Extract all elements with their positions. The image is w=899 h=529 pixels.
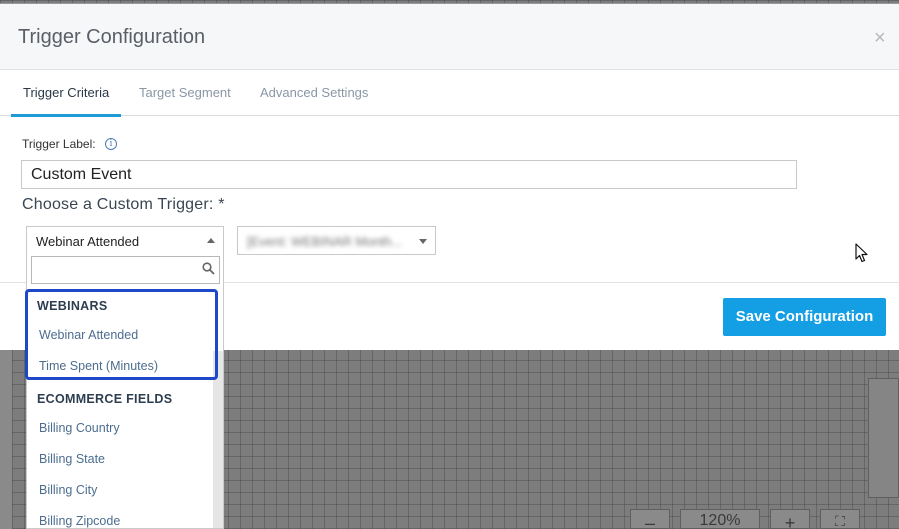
trigger-value-select-value: [Event: WEBINAR Month... bbox=[247, 234, 403, 249]
save-configuration-button[interactable]: Save Configuration bbox=[723, 298, 886, 336]
workspace-side-panel bbox=[0, 350, 12, 529]
trigger-label-field[interactable]: Custom Event bbox=[21, 160, 797, 189]
caret-down-icon bbox=[419, 239, 427, 244]
fit-screen-button[interactable]: ⛶ bbox=[820, 509, 860, 529]
zoom-level: 120% bbox=[680, 509, 760, 529]
close-icon[interactable]: × bbox=[874, 28, 892, 48]
caret-up-icon bbox=[207, 238, 215, 243]
tab-bar: Trigger Criteria Target Segment Advanced… bbox=[0, 70, 899, 117]
trigger-label-caption: Trigger Label: bbox=[22, 137, 96, 151]
custom-trigger-dropdown: WEBINARS Webinar Attended Time Spent (Mi… bbox=[26, 251, 224, 529]
modal-header: Trigger Configuration × bbox=[0, 4, 899, 70]
custom-trigger-caption: Choose a Custom Trigger: * bbox=[22, 196, 225, 213]
info-icon[interactable]: i bbox=[105, 138, 117, 150]
option-billing-city[interactable]: Billing City bbox=[27, 475, 213, 506]
option-billing-country[interactable]: Billing Country bbox=[27, 413, 213, 444]
custom-trigger-select-value: Webinar Attended bbox=[36, 234, 140, 249]
workspace-side-box bbox=[868, 378, 899, 498]
option-billing-state[interactable]: Billing State bbox=[27, 444, 213, 475]
trigger-value-select[interactable]: [Event: WEBINAR Month... bbox=[237, 226, 436, 255]
modal-title: Trigger Configuration bbox=[18, 26, 206, 48]
option-billing-zipcode[interactable]: Billing Zipcode bbox=[27, 506, 213, 528]
option-webinar-attended[interactable]: Webinar Attended bbox=[27, 320, 213, 351]
tab-advanced-settings[interactable]: Advanced Settings bbox=[260, 70, 368, 116]
group-header-webinars: WEBINARS bbox=[37, 299, 108, 313]
tab-trigger-criteria[interactable]: Trigger Criteria bbox=[10, 70, 122, 117]
zoom-in-button[interactable]: + bbox=[770, 509, 810, 529]
tab-target-segment[interactable]: Target Segment bbox=[139, 70, 231, 116]
mouse-cursor-icon bbox=[855, 243, 868, 263]
search-icon bbox=[202, 262, 215, 275]
dropdown-scrollbar[interactable] bbox=[213, 351, 223, 528]
dropdown-options: WEBINARS Webinar Attended Time Spent (Mi… bbox=[27, 289, 213, 528]
group-header-ecommerce-fields: ECOMMERCE FIELDS bbox=[37, 392, 173, 406]
option-time-spent[interactable]: Time Spent (Minutes) bbox=[27, 351, 213, 382]
zoom-out-button[interactable]: – bbox=[630, 509, 670, 529]
dropdown-search-input[interactable] bbox=[31, 256, 220, 284]
